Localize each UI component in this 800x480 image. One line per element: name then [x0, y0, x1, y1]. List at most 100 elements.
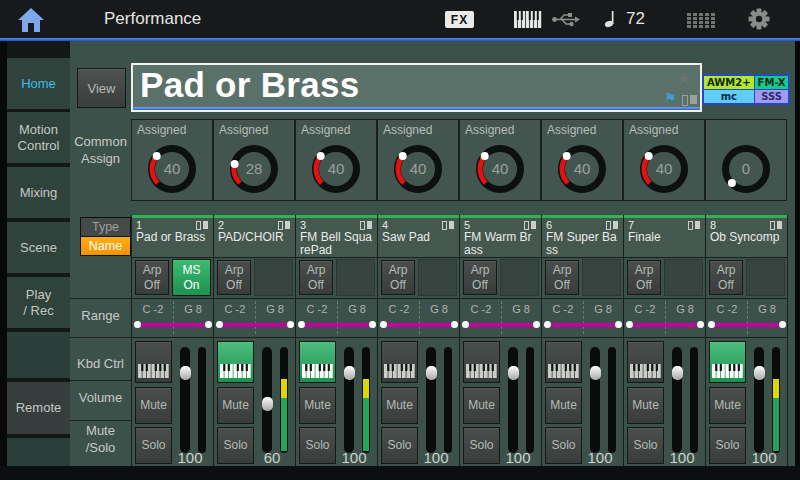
- favorite-star-icon[interactable]: ★: [677, 69, 691, 88]
- kbd-ctrl-button[interactable]: [135, 341, 172, 383]
- volume-fader-track[interactable]: [672, 347, 682, 453]
- assign-knob-7[interactable]: 40: [635, 140, 693, 202]
- volume-fader-track[interactable]: [344, 347, 354, 453]
- range-low-handle[interactable]: [298, 321, 305, 328]
- kbd-ctrl-button[interactable]: [217, 341, 254, 383]
- range-high-handle[interactable]: [205, 321, 212, 328]
- volume-fader-handle[interactable]: [754, 366, 765, 380]
- arp-on-off-button[interactable]: ArpOff: [299, 260, 333, 295]
- sidebar-item-scene[interactable]: Scene: [7, 222, 70, 273]
- volume-fader-track[interactable]: [754, 347, 764, 453]
- sidebar-item-motion-control[interactable]: MotionControl: [7, 112, 70, 163]
- part-name[interactable]: Ob Syncomp: [710, 231, 784, 244]
- arp-on-off-button[interactable]: ArpOff: [217, 260, 251, 295]
- range-high-handle[interactable]: [287, 321, 294, 328]
- fx-icon[interactable]: FX: [445, 11, 474, 28]
- range-slider[interactable]: [299, 323, 375, 327]
- range-high-handle[interactable]: [697, 321, 704, 328]
- arp-on-off-button[interactable]: ArpOff: [709, 260, 743, 295]
- range-high-handle[interactable]: [779, 321, 786, 328]
- part-name[interactable]: Saw Pad: [382, 231, 456, 244]
- performance-name[interactable]: Pad or Brass: [140, 65, 360, 105]
- volume-fader-handle[interactable]: [262, 397, 273, 411]
- range-slider[interactable]: [545, 323, 621, 327]
- sidebar-item-remote[interactable]: Remote: [7, 382, 70, 434]
- mute-button[interactable]: Mute: [627, 387, 664, 424]
- kbd-ctrl-button[interactable]: [463, 341, 500, 383]
- part-name[interactable]: PAD/CHOIR: [218, 231, 292, 244]
- part-name[interactable]: Finale: [628, 231, 702, 244]
- volume-fader-track[interactable]: [508, 347, 518, 453]
- volume-fader-handle[interactable]: [672, 366, 683, 380]
- mute-button[interactable]: Mute: [135, 387, 172, 424]
- range-slider[interactable]: [135, 323, 211, 327]
- sidebar-item-mixing[interactable]: Mixing: [7, 167, 70, 218]
- range-high-handle[interactable]: [369, 321, 376, 328]
- range-slider[interactable]: [627, 323, 703, 327]
- assign-knob-1[interactable]: 40: [143, 140, 201, 202]
- range-high-handle[interactable]: [615, 321, 622, 328]
- mute-button[interactable]: Mute: [545, 387, 582, 424]
- range-slider[interactable]: [381, 323, 457, 327]
- volume-fader-track[interactable]: [180, 347, 190, 453]
- range-slider[interactable]: [217, 323, 293, 327]
- kbd-ctrl-button[interactable]: [545, 341, 582, 383]
- assign-knob-2[interactable]: 28: [225, 140, 283, 202]
- arp-on-off-button[interactable]: ArpOff: [381, 260, 415, 295]
- view-button[interactable]: View: [77, 68, 126, 108]
- range-high-handle[interactable]: [533, 321, 540, 328]
- motion-seq-button[interactable]: MSOn: [172, 259, 211, 296]
- range-low-handle[interactable]: [626, 321, 633, 328]
- part-name[interactable]: Pad or Brass: [136, 231, 210, 244]
- range-high-handle[interactable]: [451, 321, 458, 328]
- range-slider[interactable]: [463, 323, 539, 327]
- home-icon[interactable]: [17, 7, 45, 33]
- kbd-ctrl-button[interactable]: [709, 341, 746, 383]
- sidebar-item-home[interactable]: Home: [7, 58, 70, 109]
- mute-button[interactable]: Mute: [217, 387, 254, 424]
- tempo-value[interactable]: 72: [626, 9, 645, 29]
- range-low-handle[interactable]: [708, 321, 715, 328]
- kbd-ctrl-button[interactable]: [299, 341, 336, 383]
- range-low: C -2: [708, 303, 746, 315]
- volume-fader-track[interactable]: [590, 347, 600, 453]
- volume-fader-handle[interactable]: [590, 366, 601, 380]
- assign-knob-4[interactable]: 40: [389, 140, 447, 202]
- assign-knob-3[interactable]: 40: [307, 140, 365, 202]
- volume-fader-handle[interactable]: [508, 366, 519, 380]
- range-low-handle[interactable]: [544, 321, 551, 328]
- kbd-ctrl-button[interactable]: [381, 341, 418, 383]
- range-slider[interactable]: [709, 323, 785, 327]
- quarter-note-icon[interactable]: [604, 10, 618, 28]
- mute-button[interactable]: Mute: [381, 387, 418, 424]
- range-low-handle[interactable]: [380, 321, 387, 328]
- type-button[interactable]: Type: [81, 218, 130, 236]
- name-button[interactable]: Name: [81, 237, 130, 255]
- part-name[interactable]: FM Bell SquarePad: [300, 231, 374, 257]
- range-low-handle[interactable]: [216, 321, 223, 328]
- arp-on-off-button[interactable]: ArpOff: [545, 260, 579, 295]
- range-low-handle[interactable]: [462, 321, 469, 328]
- arp-on-off-button[interactable]: ArpOff: [463, 260, 497, 295]
- assign-knob-8[interactable]: 0: [717, 140, 775, 202]
- volume-fader-handle[interactable]: [180, 366, 191, 380]
- pattern-grid-icon[interactable]: [687, 13, 715, 28]
- kbd-ctrl-button[interactable]: [627, 341, 664, 383]
- arp-on-off-button[interactable]: ArpOff: [135, 260, 169, 295]
- part-name[interactable]: FM Warm Brass: [464, 231, 538, 257]
- volume-fader-handle[interactable]: [426, 366, 437, 380]
- range-low-handle[interactable]: [134, 321, 141, 328]
- mute-button[interactable]: Mute: [463, 387, 500, 424]
- mute-button[interactable]: Mute: [299, 387, 336, 424]
- sidebar-item-play-rec[interactable]: Play/ Rec: [7, 277, 70, 328]
- performance-name-box[interactable]: Pad or Brass: [131, 63, 702, 112]
- keyboard-icon[interactable]: [514, 11, 542, 28]
- assign-knob-5[interactable]: 40: [471, 140, 529, 202]
- volume-fader-track[interactable]: [426, 347, 436, 453]
- settings-gear-icon[interactable]: [748, 8, 770, 30]
- mute-button[interactable]: Mute: [709, 387, 746, 424]
- part-name[interactable]: FM Super Bass: [546, 231, 620, 257]
- assign-knob-6[interactable]: 40: [553, 140, 611, 202]
- arp-on-off-button[interactable]: ArpOff: [627, 260, 661, 295]
- volume-fader-handle[interactable]: [344, 366, 355, 380]
